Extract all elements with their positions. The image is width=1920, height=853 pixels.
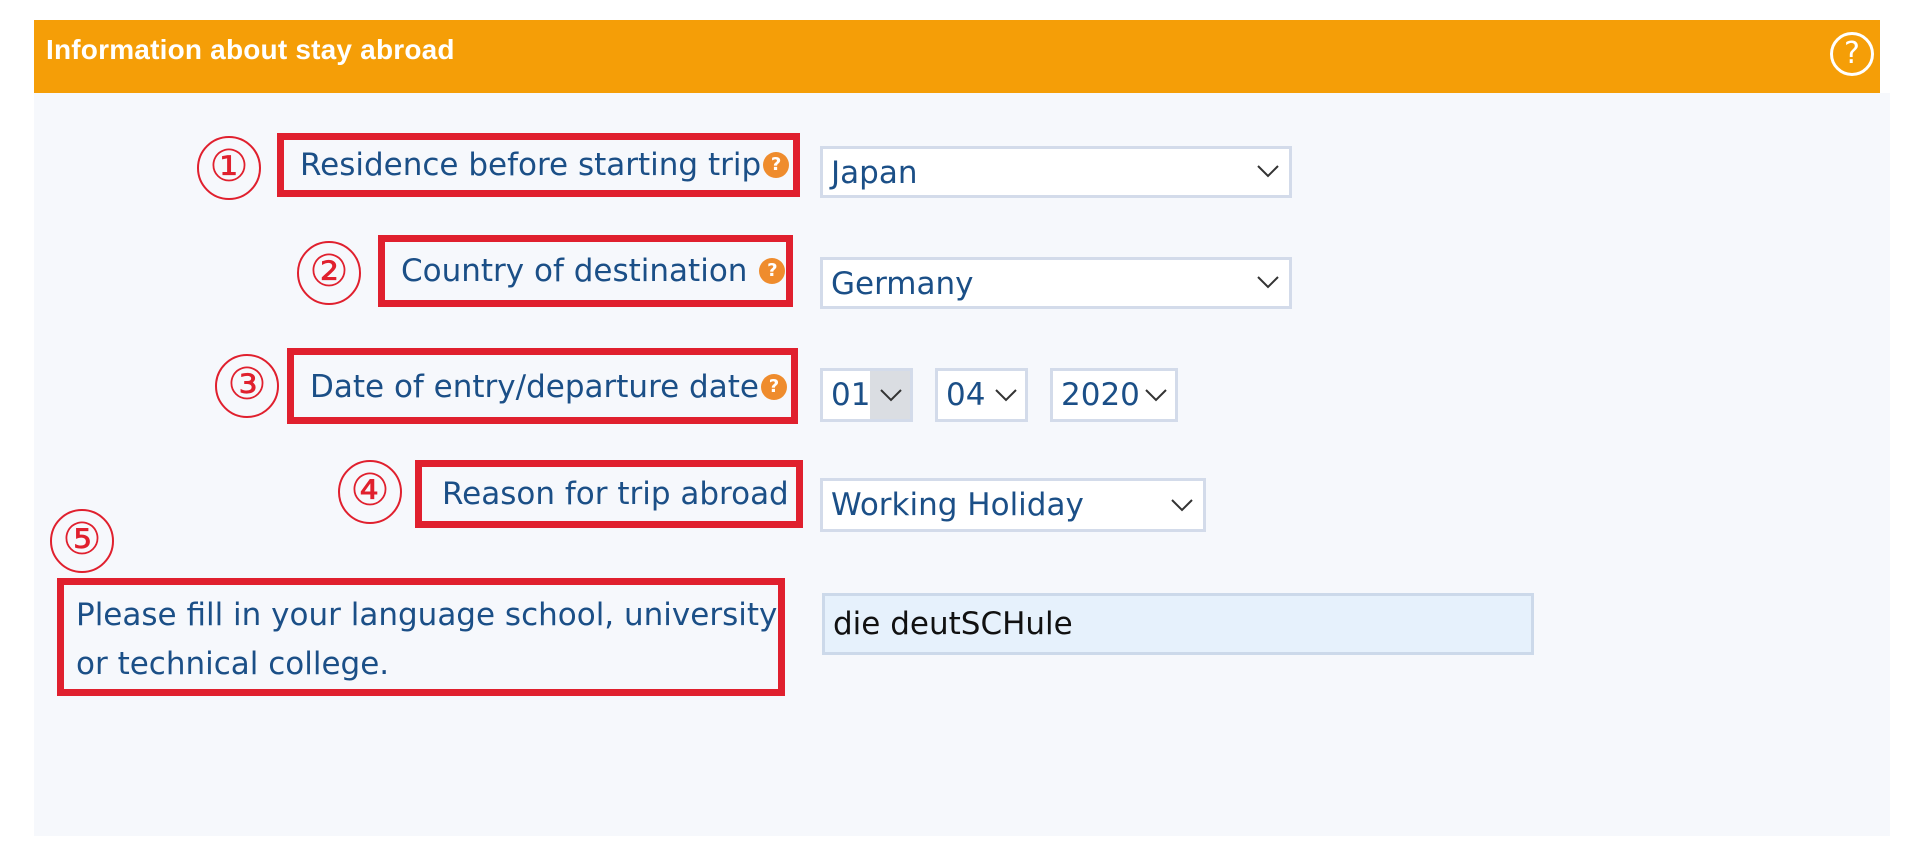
section-header: Information about stay abroad ? (34, 20, 1880, 93)
year-select-value: 2020 (1061, 377, 1140, 413)
destination-label-box: Country of destination ? (378, 235, 793, 307)
chevron-down-icon (1171, 499, 1193, 512)
section-title: Information about stay abroad (46, 34, 455, 65)
school-label-line2: or technical college. (76, 646, 390, 682)
chevron-down-icon (1257, 165, 1279, 178)
annotation-number-2: ② (297, 241, 361, 305)
reason-select-value: Working Holiday (831, 487, 1084, 523)
destination-select[interactable]: Germany (820, 257, 1292, 309)
year-select[interactable]: 2020 (1050, 368, 1178, 422)
day-select[interactable]: 01 (820, 368, 913, 422)
reason-label-box: Reason for trip abroad (415, 460, 803, 528)
residence-select[interactable]: Japan (820, 146, 1292, 198)
reason-label: Reason for trip abroad (442, 476, 789, 512)
chevron-down-icon (995, 389, 1017, 402)
date-label-box: Date of entry/departure date? (287, 348, 798, 424)
annotation-number-1: ① (197, 136, 261, 200)
form-panel (34, 93, 1890, 836)
month-select-value: 04 (946, 377, 986, 413)
help-icon[interactable]: ? (1830, 32, 1874, 76)
destination-help-icon[interactable]: ? (759, 257, 786, 284)
annotation-number-5: ⑤ (50, 509, 114, 573)
residence-label-box: Residence before starting trip? (277, 133, 800, 197)
residence-select-value: Japan (831, 155, 918, 191)
chevron-down-icon (1257, 276, 1279, 289)
chevron-down-icon (1145, 389, 1167, 402)
annotation-number-3: ③ (215, 354, 279, 418)
annotation-number-4: ④ (338, 460, 402, 524)
day-select-value: 01 (831, 377, 871, 413)
school-label-box: Please fill in your language school, uni… (57, 578, 785, 696)
residence-help-icon[interactable]: ? (763, 151, 790, 178)
school-label-line1: Please fill in your language school, uni… (76, 597, 778, 633)
residence-label: Residence before starting trip (300, 147, 762, 183)
date-label: Date of entry/departure date (310, 369, 759, 405)
month-select[interactable]: 04 (935, 368, 1028, 422)
reason-select[interactable]: Working Holiday (820, 478, 1206, 532)
destination-label: Country of destination (401, 253, 748, 289)
destination-select-value: Germany (831, 266, 974, 302)
chevron-down-icon (880, 389, 902, 402)
school-input[interactable] (822, 593, 1534, 655)
date-help-icon[interactable]: ? (760, 373, 787, 400)
